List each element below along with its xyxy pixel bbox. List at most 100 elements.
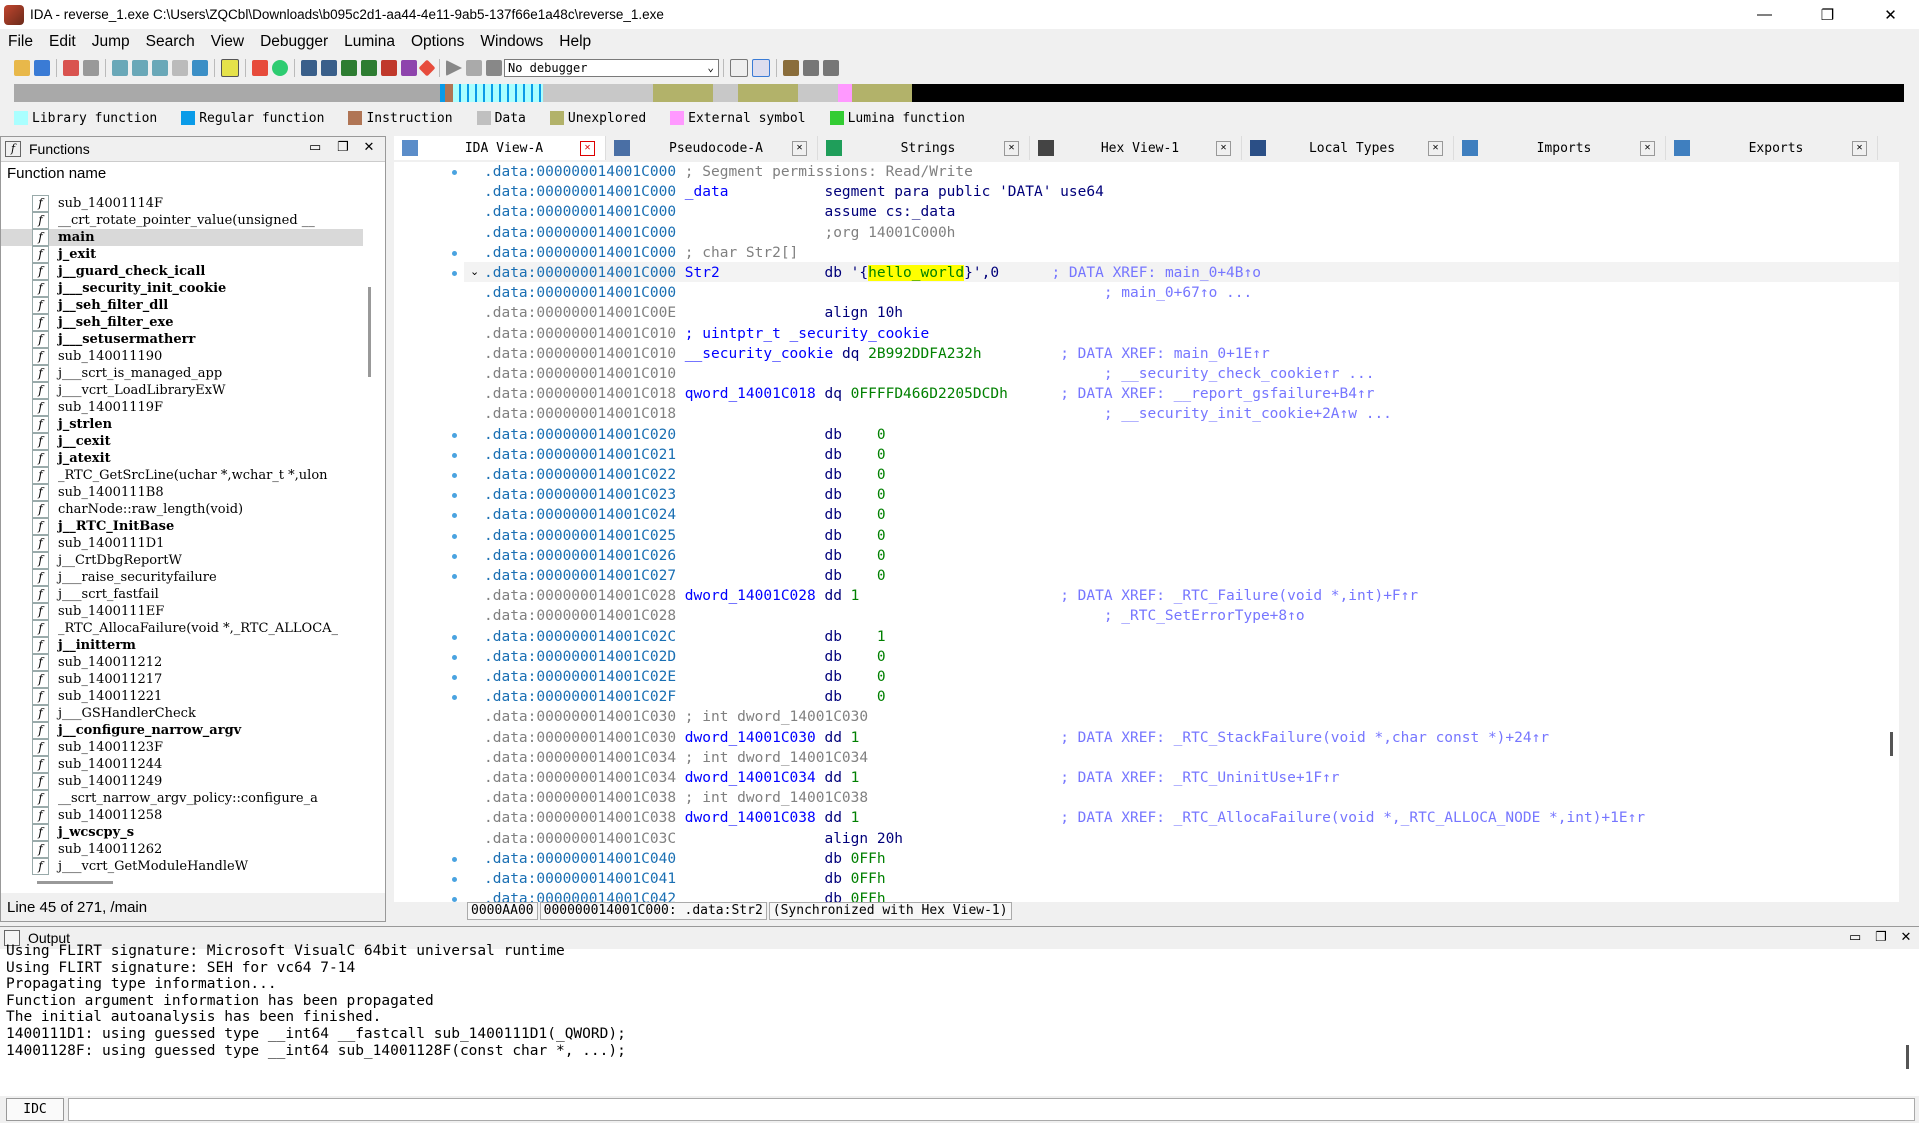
tab-strings[interactable]: Strings ✕ xyxy=(818,136,1030,160)
disassembly-line[interactable]: .data:000000014001C038 ; int dword_14001… xyxy=(484,788,868,808)
function-list-item[interactable]: f sub_140011244 xyxy=(1,756,363,773)
disassembly-line[interactable]: .data:000000014001C02D db 0 xyxy=(484,647,886,667)
text-search-icon[interactable] xyxy=(132,60,148,76)
struct-icon[interactable] xyxy=(341,60,357,76)
tab-hex-view-1[interactable]: Hex View-1 ✕ xyxy=(1030,136,1242,160)
tab-close-icon[interactable]: ✕ xyxy=(792,140,807,156)
disassembly-view[interactable]: ⌄ .data:000000014001C000 ; Segment permi… xyxy=(394,162,1899,902)
menu-edit[interactable]: Edit xyxy=(41,33,84,51)
function-list-item[interactable]: f __scrt_narrow_argv_policy::configure_a xyxy=(1,790,363,807)
function-list-item[interactable]: f sub_14001119F xyxy=(1,399,363,416)
tab-exports[interactable]: Exports ✕ xyxy=(1666,136,1878,160)
data-icon[interactable] xyxy=(321,60,337,76)
undefine-icon[interactable] xyxy=(381,60,397,76)
debugger-select[interactable]: No debugger ⌄ xyxy=(504,59,719,77)
disassembly-line[interactable]: .data:000000014001C040 db 0FFh xyxy=(484,849,886,869)
panel-minimize-button[interactable]: ▭ xyxy=(309,140,321,153)
function-list-item[interactable]: f j___scrt_fastfail xyxy=(1,586,363,603)
disassembly-line[interactable]: .data:000000014001C018 qword_14001C018 d… xyxy=(484,384,1374,404)
disassembly-line[interactable]: .data:000000014001C02E db 0 xyxy=(484,667,886,687)
trace-icon[interactable] xyxy=(730,59,748,77)
menu-windows[interactable]: Windows xyxy=(472,33,551,51)
function-list-item[interactable]: f main xyxy=(1,229,363,246)
navigation-band[interactable] xyxy=(14,84,1904,102)
disassembly-line[interactable]: .data:000000014001C000 ;org 14001C000h xyxy=(484,223,955,243)
disassembly-line[interactable]: .data:000000014001C03C align 20h xyxy=(484,829,903,849)
breakpoint-icon[interactable] xyxy=(418,59,436,77)
function-list-item[interactable]: f __crt_rotate_pointer_value(unsigned __ xyxy=(1,212,363,229)
function-list-item[interactable]: f j_strlen xyxy=(1,416,363,433)
tab-close-icon[interactable]: ✕ xyxy=(1216,140,1231,156)
function-list-item[interactable]: f j__configure_narrow_argv xyxy=(1,722,363,739)
search-next-icon[interactable] xyxy=(152,60,168,76)
disassembly-line[interactable]: .data:000000014001C000 ; char Str2[] xyxy=(484,243,798,263)
disassembly-line[interactable]: .data:000000014001C000 ; Segment permiss… xyxy=(484,162,973,182)
function-list-item[interactable]: f sub_14001114F xyxy=(1,195,363,212)
menu-debugger[interactable]: Debugger xyxy=(252,33,336,51)
function-list-item[interactable]: f j___GSHandlerCheck xyxy=(1,705,363,722)
function-icon[interactable] xyxy=(401,60,417,76)
function-list-item[interactable]: f _RTC_GetSrcLine(uchar *,wchar_t *,ulon xyxy=(1,467,363,484)
idc-language-button[interactable]: IDC xyxy=(6,1098,64,1121)
output-scrollbar[interactable] xyxy=(1906,1045,1909,1069)
disassembly-line[interactable]: .data:000000014001C010 ; __security_chec… xyxy=(484,364,1374,384)
array-icon[interactable] xyxy=(361,60,377,76)
pause-icon[interactable] xyxy=(466,60,482,76)
disassembly-line[interactable]: .data:000000014001C000 assume cs:_data xyxy=(484,202,955,222)
minimize-button[interactable]: — xyxy=(1737,0,1792,29)
function-list-item[interactable]: f j__initterm xyxy=(1,637,363,654)
disassembly-line[interactable]: .data:000000014001C026 db 0 xyxy=(484,546,886,566)
function-list-item[interactable]: f charNode::raw_length(void) xyxy=(1,501,363,518)
tab-close-icon[interactable]: ✕ xyxy=(1640,140,1655,156)
function-list-item[interactable]: f j__cexit xyxy=(1,433,363,450)
string-icon[interactable] xyxy=(221,59,239,77)
function-list-item[interactable]: f j__seh_filter_exe xyxy=(1,314,363,331)
panel-close-button[interactable]: ✕ xyxy=(1900,930,1912,943)
code-icon[interactable] xyxy=(301,60,317,76)
disassembly-line[interactable]: .data:000000014001C025 db 0 xyxy=(484,526,886,546)
function-list-item[interactable]: f j___raise_securityfailure xyxy=(1,569,363,586)
menu-search[interactable]: Search xyxy=(138,33,203,51)
function-list-item[interactable]: f sub_140011221 xyxy=(1,688,363,705)
disassembly-line[interactable]: .data:000000014001C018 ; __security_init… xyxy=(484,404,1392,424)
panel-float-button[interactable]: ❐ xyxy=(337,140,349,153)
disassembly-line[interactable]: .data:000000014001C030 dword_14001C030 d… xyxy=(484,728,1549,748)
play-icon[interactable] xyxy=(446,60,462,76)
tab-close-icon[interactable]: ✕ xyxy=(1004,140,1019,156)
function-list-scrollbar[interactable] xyxy=(368,287,371,377)
idc-command-input[interactable] xyxy=(68,1098,1915,1121)
function-list-item[interactable]: f j___vcrt_LoadLibraryExW xyxy=(1,382,363,399)
function-list-item[interactable]: f sub_1400111EF xyxy=(1,603,363,620)
menu-jump[interactable]: Jump xyxy=(84,33,138,51)
mark-icon[interactable] xyxy=(172,60,188,76)
panel-float-button[interactable]: ❐ xyxy=(1875,930,1887,943)
graph-icon[interactable] xyxy=(252,60,268,76)
disassembly-line[interactable]: .data:000000014001C000 _data segment par… xyxy=(484,182,1104,202)
function-list-item[interactable]: f j___setusermatherr xyxy=(1,331,363,348)
disassembly-line[interactable]: .data:000000014001C042 db 0FFh xyxy=(484,889,886,902)
function-list-item[interactable]: f sub_140011190 xyxy=(1,348,363,365)
function-list-item[interactable]: f j__seh_filter_dll xyxy=(1,297,363,314)
disassembly-line[interactable]: .data:000000014001C038 dword_14001C038 d… xyxy=(484,808,1645,828)
function-list-hscrollbar[interactable] xyxy=(37,881,113,884)
goto-icon[interactable] xyxy=(192,60,208,76)
function-list-item[interactable]: f j_wcscpy_s xyxy=(1,824,363,841)
function-list-item[interactable]: f sub_140011217 xyxy=(1,671,363,688)
tab-local-types[interactable]: Local Types ✕ xyxy=(1242,136,1454,160)
function-list-item[interactable]: f sub_1400111D1 xyxy=(1,535,363,552)
list-icon[interactable] xyxy=(783,60,799,76)
disassembly-line[interactable]: .data:000000014001C000 ; main_0+67↑o ... xyxy=(484,283,1252,303)
disassembly-line[interactable]: .data:000000014001C010 __security_cookie… xyxy=(484,344,1270,364)
function-list-item[interactable]: f sub_140011258 xyxy=(1,807,363,824)
outdent-icon[interactable] xyxy=(823,60,839,76)
disassembly-line[interactable]: .data:000000014001C010 ; uintptr_t _secu… xyxy=(484,324,929,344)
function-list-item[interactable]: f j__guard_check_icall xyxy=(1,263,363,280)
stop-icon[interactable] xyxy=(486,60,502,76)
panel-close-button[interactable]: ✕ xyxy=(363,140,375,153)
function-list-item[interactable]: f j_exit xyxy=(1,246,363,263)
disassembly-line[interactable]: .data:000000014001C000 Str2 db '{hello_w… xyxy=(484,263,1261,283)
tab-close-icon[interactable]: ✕ xyxy=(580,140,595,156)
menu-file[interactable]: File xyxy=(0,33,41,51)
disassembly-line[interactable]: .data:000000014001C00E align 10h xyxy=(484,303,903,323)
menu-lumina[interactable]: Lumina xyxy=(336,33,403,51)
